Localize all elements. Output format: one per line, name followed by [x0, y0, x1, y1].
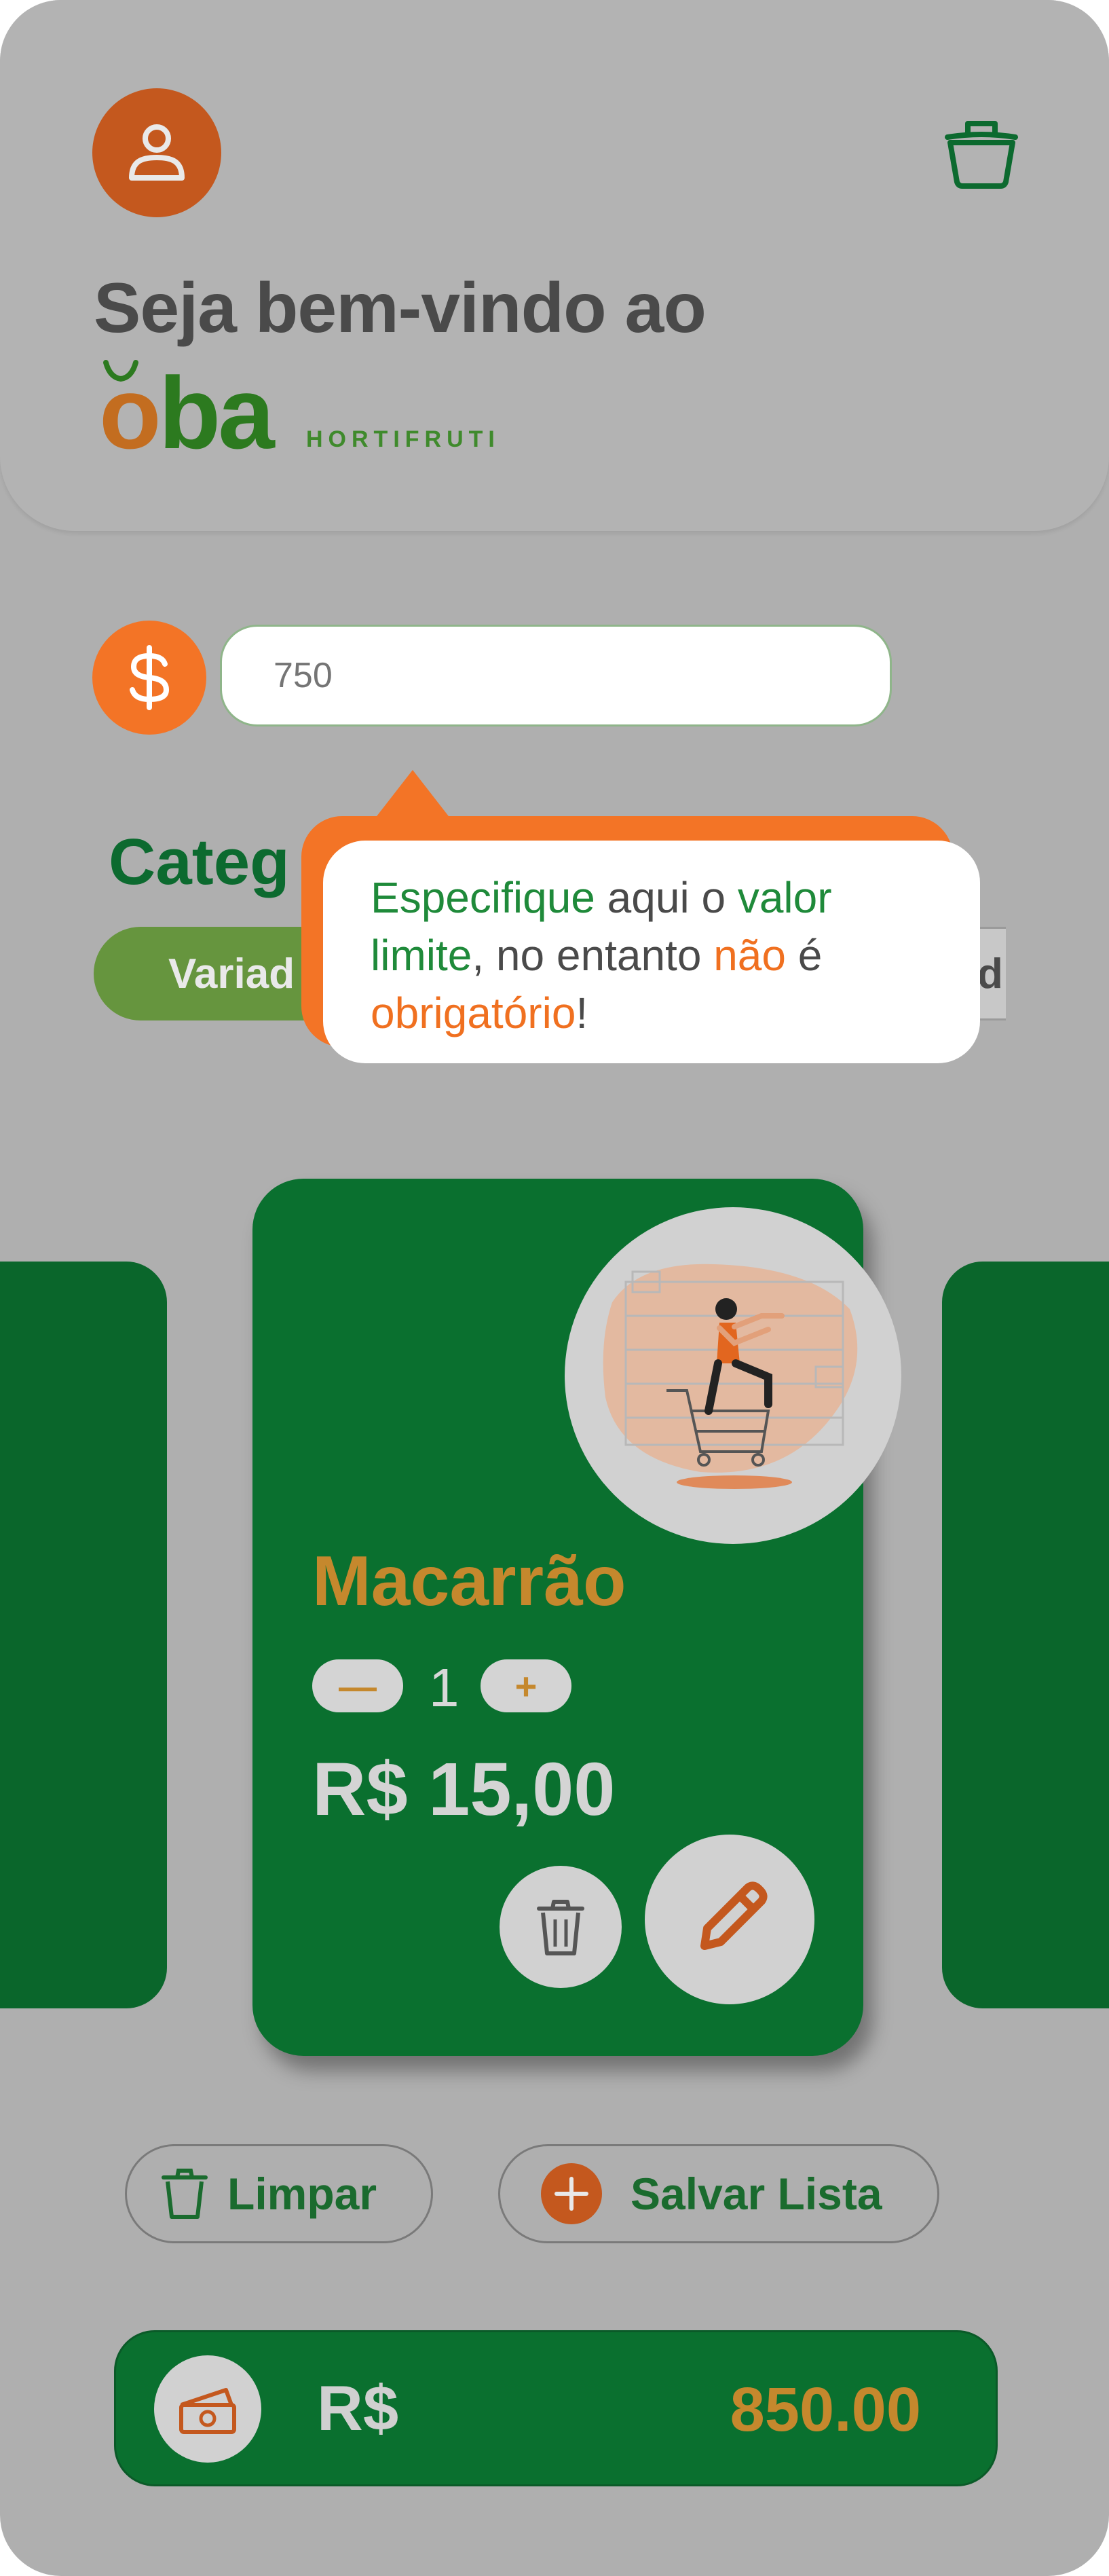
total-value: 850.00: [730, 2375, 921, 2444]
total-currency: R$: [317, 2372, 399, 2444]
limit-value-input[interactable]: [220, 625, 892, 726]
delete-item-button[interactable]: [500, 1866, 622, 1988]
decrement-button[interactable]: —: [312, 1659, 403, 1712]
basket-icon: [945, 121, 1018, 189]
tooltip-text: é: [785, 931, 823, 980]
welcome-title: Seja bem-vindo ao: [94, 269, 707, 348]
tooltip-text: Especifique: [371, 873, 595, 922]
app-screen: Seja bem-vindo ao oba HORTIFRUTI Categ V…: [0, 0, 1109, 2576]
logo-letters-ba: ba: [158, 356, 275, 470]
money-icon: [179, 2388, 236, 2434]
save-list-button[interactable]: Salvar Lista: [498, 2144, 939, 2243]
carousel-card-previous[interactable]: [0, 1262, 167, 2008]
currency-badge: [92, 621, 206, 735]
increment-button[interactable]: +: [481, 1659, 571, 1712]
product-name: Macarrão: [312, 1542, 626, 1621]
carousel-card-next[interactable]: [942, 1262, 1109, 2008]
tooltip-text: aqui o: [595, 873, 738, 922]
header: Seja bem-vindo ao oba HORTIFRUTI: [0, 0, 1109, 531]
money-icon-badge: [154, 2355, 261, 2463]
trash-icon: [537, 1900, 584, 1955]
logo-letter-o: o: [99, 356, 162, 470]
category-chip-label: Variad: [168, 950, 295, 997]
quantity-value: 1: [429, 1657, 459, 1718]
logo-subtitle: HORTIFRUTI: [306, 426, 500, 452]
clear-list-label: Limpar: [227, 2169, 377, 2219]
product-illustration: [565, 1207, 901, 1544]
dollar-icon: [130, 645, 170, 710]
categories-title: Categ: [109, 826, 290, 898]
edit-item-button[interactable]: [645, 1835, 814, 2004]
shopping-woman-illustration: [603, 1264, 858, 1489]
basket-button[interactable]: [943, 115, 1019, 191]
tooltip-text: não: [713, 931, 786, 980]
tooltip-text: !: [576, 989, 588, 1037]
tooltip-arrow: [375, 770, 451, 819]
save-list-label: Salvar Lista: [631, 2169, 882, 2219]
tooltip-text: , no entanto: [472, 931, 714, 980]
logo-wordmark: oba: [99, 362, 275, 464]
user-icon: [129, 124, 185, 181]
category-chip-label: d: [977, 950, 1003, 997]
clear-list-button[interactable]: Limpar: [125, 2144, 433, 2243]
trash-icon: [162, 2169, 208, 2219]
total-bar: R$ 850.00: [114, 2330, 998, 2486]
product-price: R$ 15,00: [312, 1748, 616, 1831]
profile-avatar[interactable]: [92, 88, 221, 217]
pencil-icon: [700, 1881, 768, 1950]
tooltip-text: obrigatório: [371, 989, 576, 1037]
limit-tooltip: Especifique aqui o valor limite, no enta…: [323, 841, 980, 1063]
plus-icon: [541, 2163, 602, 2224]
